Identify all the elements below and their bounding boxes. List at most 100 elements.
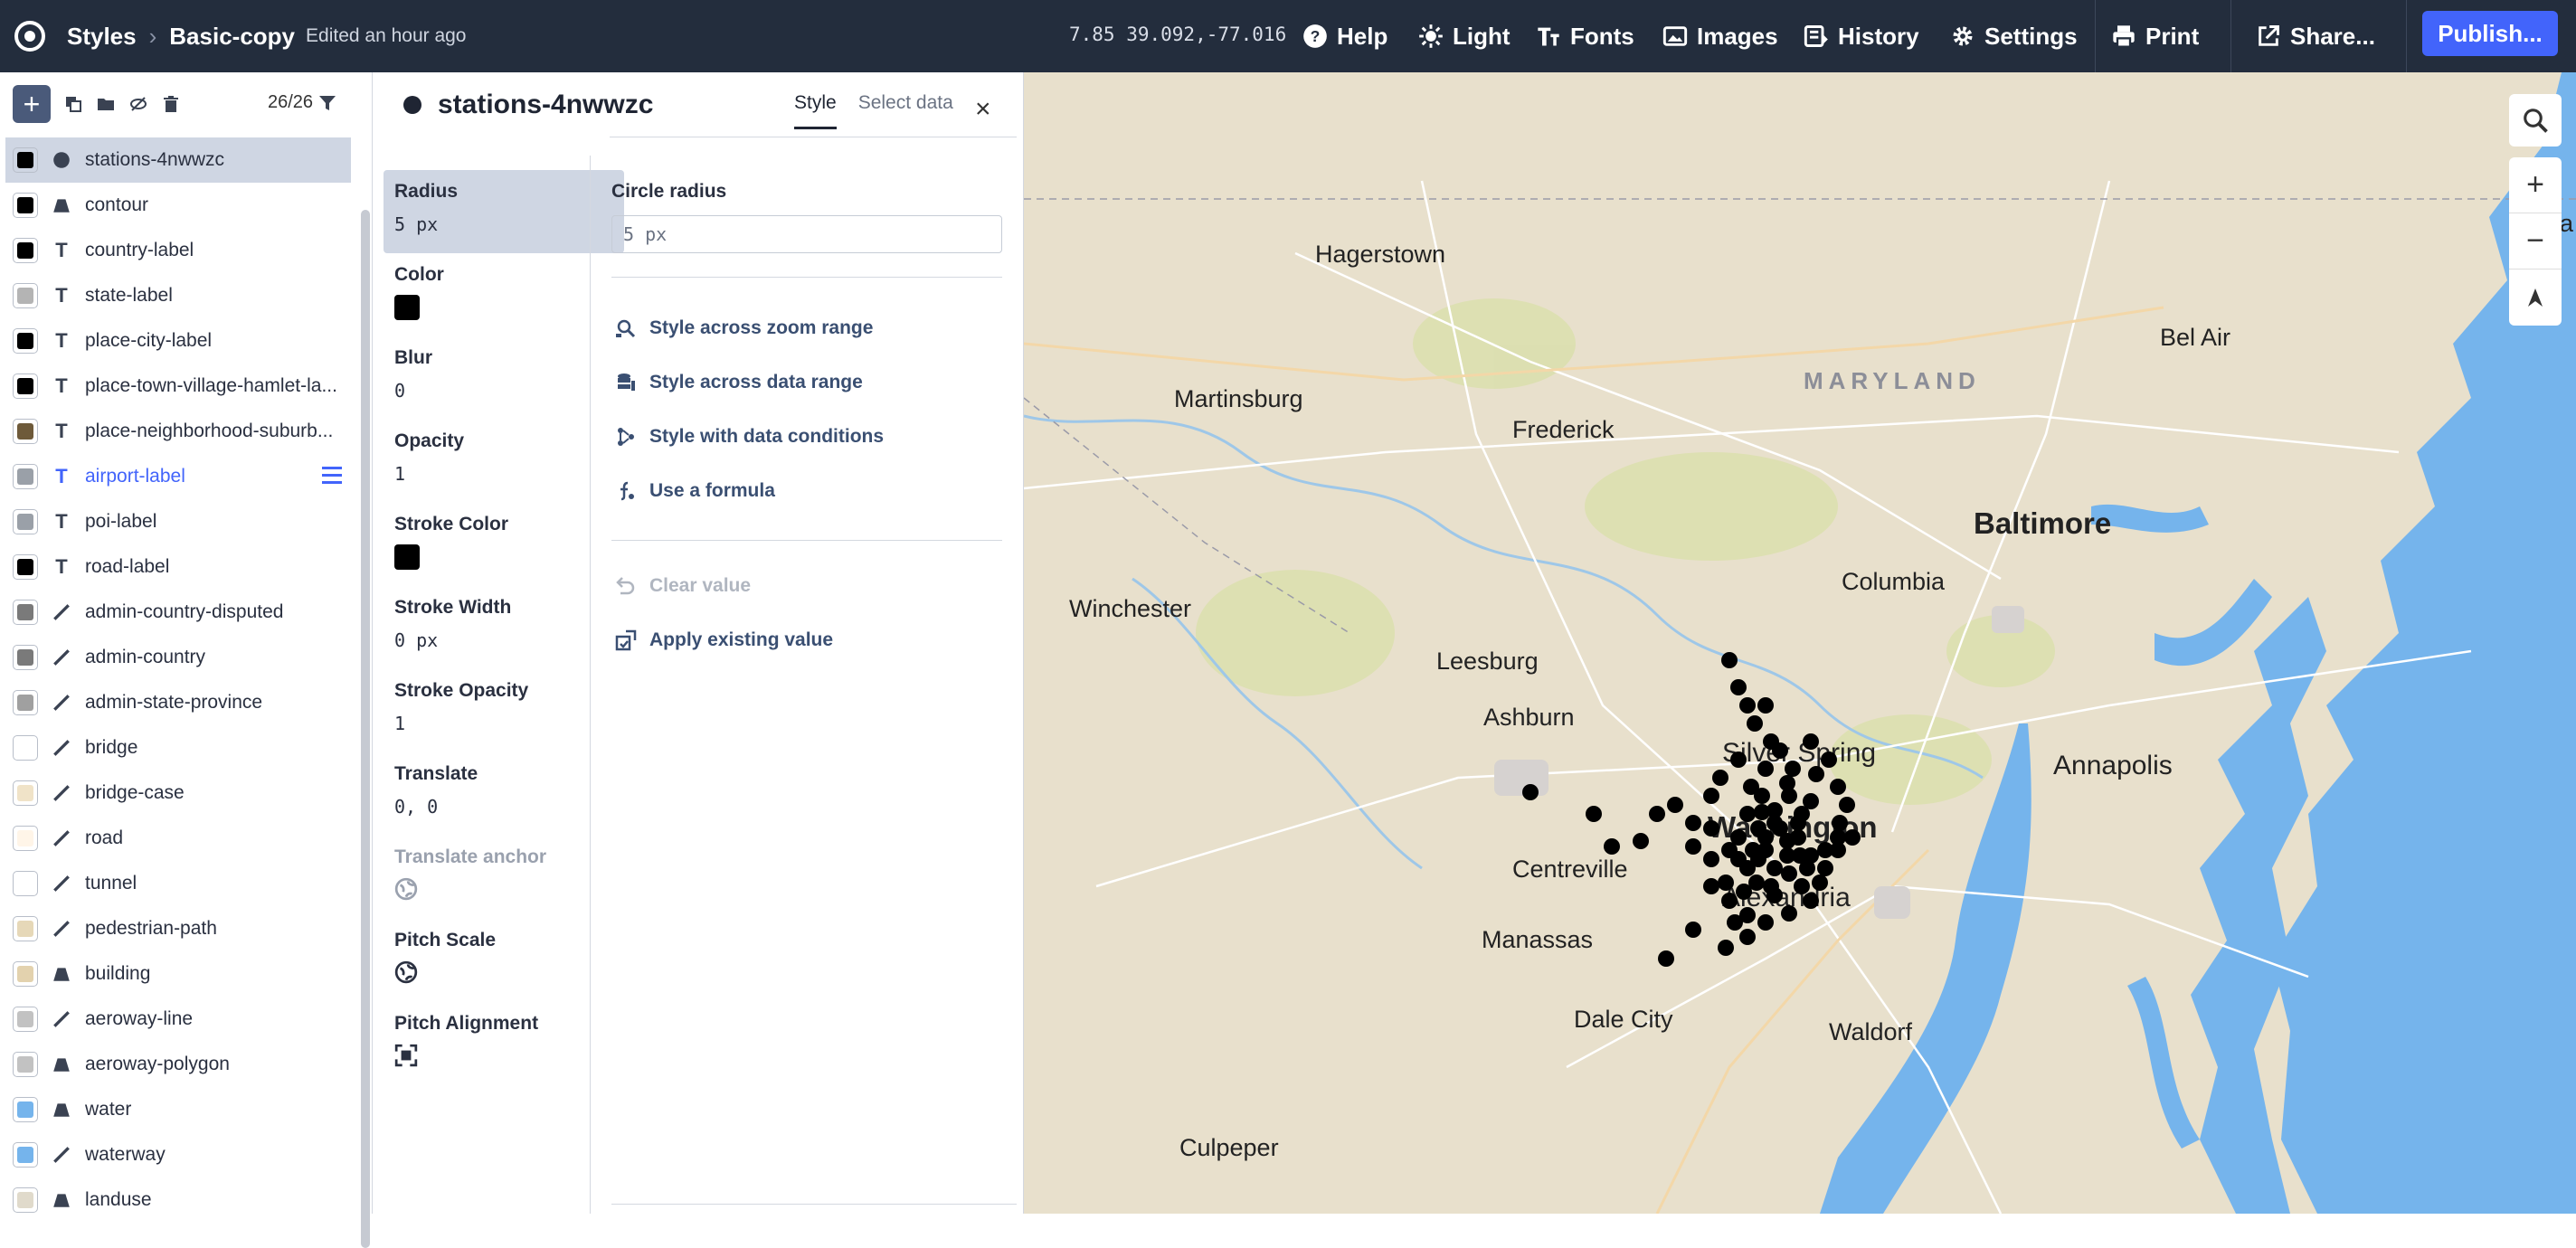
station-marker[interactable] xyxy=(1817,860,1833,876)
layer-row[interactable]: Tplace-neighborhood-suburb... xyxy=(0,409,358,454)
share-button[interactable]: Share... xyxy=(2256,18,2375,54)
layer-row[interactable]: landuse xyxy=(0,1177,358,1223)
station-marker[interactable] xyxy=(1658,950,1674,967)
station-marker[interactable] xyxy=(1739,929,1756,945)
publish-button[interactable]: Publish... xyxy=(2422,11,2558,56)
layer-row[interactable]: water xyxy=(0,1087,358,1132)
property-pitch-alignment[interactable]: Pitch Alignment xyxy=(384,1002,624,1085)
help-button[interactable]: ? Help xyxy=(1302,18,1387,54)
station-marker[interactable] xyxy=(1750,851,1766,867)
station-marker[interactable] xyxy=(1830,829,1846,846)
drag-handle-icon[interactable] xyxy=(322,467,342,485)
station-marker[interactable] xyxy=(1779,833,1795,849)
images-button[interactable]: Images xyxy=(1662,18,1778,54)
station-marker[interactable] xyxy=(1839,797,1855,813)
station-marker[interactable] xyxy=(1747,715,1763,732)
layer-row[interactable]: aeroway-line xyxy=(0,997,358,1042)
station-marker[interactable] xyxy=(1812,875,1828,891)
style-across-data-button[interactable]: Style across data range xyxy=(611,355,1017,410)
property-stroke-width[interactable]: Stroke Width 0 px xyxy=(384,586,624,669)
station-marker[interactable] xyxy=(1803,793,1819,809)
property-radius[interactable]: Radius 5 px xyxy=(384,170,624,253)
map-canvas[interactable]: Hagerstown Bel Air MARYLAND Martinsburg … xyxy=(1024,72,2576,1214)
layer-row[interactable]: bridge-case xyxy=(0,771,358,816)
station-marker[interactable] xyxy=(1739,806,1756,822)
add-layer-button[interactable]: + xyxy=(13,85,51,123)
layer-row[interactable]: Tpoi-label xyxy=(0,499,358,544)
style-with-conditions-button[interactable]: Style with data conditions xyxy=(611,410,1017,464)
layer-row[interactable]: Tplace-town-village-hamlet-la... xyxy=(0,364,358,409)
station-marker[interactable] xyxy=(1721,652,1738,668)
layer-row[interactable]: building xyxy=(0,951,358,997)
layer-row[interactable]: pedestrian-path xyxy=(0,906,358,951)
station-marker[interactable] xyxy=(1649,806,1665,822)
zoom-out-button[interactable]: − xyxy=(2509,213,2562,269)
property-stroke-opacity[interactable]: Stroke Opacity 1 xyxy=(384,669,624,752)
breadcrumb-styles[interactable]: Styles xyxy=(67,23,137,51)
hide-icon[interactable] xyxy=(128,94,148,114)
layer-row[interactable]: waterway xyxy=(0,1132,358,1177)
layer-row[interactable]: stations-4nwwzc xyxy=(5,137,351,183)
clear-value-button[interactable]: Clear value xyxy=(611,559,1017,613)
layer-row[interactable]: aeroway-polygon xyxy=(0,1042,358,1087)
station-marker[interactable] xyxy=(1685,815,1701,831)
station-marker[interactable] xyxy=(1703,878,1719,894)
property-color[interactable]: Color xyxy=(384,253,624,336)
use-formula-button[interactable]: Use a formula xyxy=(611,464,1017,518)
station-marker[interactable] xyxy=(1794,878,1810,894)
station-marker[interactable] xyxy=(1522,784,1539,800)
tab-select-data[interactable]: Select data xyxy=(858,92,953,129)
style-across-zoom-button[interactable]: Style across zoom range xyxy=(611,301,1017,355)
station-marker[interactable] xyxy=(1685,922,1701,938)
station-marker[interactable] xyxy=(1817,842,1833,858)
circle-radius-input[interactable]: 5 px xyxy=(611,215,1002,253)
close-icon[interactable]: × xyxy=(975,94,991,125)
layer-row[interactable]: contour xyxy=(0,183,358,228)
station-marker[interactable] xyxy=(1803,733,1819,750)
station-marker[interactable] xyxy=(1757,697,1774,714)
station-marker[interactable] xyxy=(1712,770,1728,786)
layer-row[interactable]: admin-country-disputed xyxy=(0,590,358,635)
station-marker[interactable] xyxy=(1830,779,1846,795)
station-marker[interactable] xyxy=(1685,838,1701,855)
station-marker[interactable] xyxy=(1703,820,1719,837)
station-marker[interactable] xyxy=(1736,884,1752,900)
layer-row[interactable]: admin-country xyxy=(0,635,358,680)
light-button[interactable]: Light xyxy=(1418,18,1511,54)
property-translate[interactable]: Translate 0, 0 xyxy=(384,752,624,836)
layer-count-filter[interactable]: 26/26 xyxy=(268,92,336,113)
style-name[interactable]: Basic-copy xyxy=(169,23,295,51)
folder-icon[interactable] xyxy=(96,94,116,114)
settings-button[interactable]: Settings xyxy=(1950,18,2078,54)
station-marker[interactable] xyxy=(1743,779,1759,795)
zoom-in-button[interactable]: + xyxy=(2509,157,2562,213)
station-marker[interactable] xyxy=(1727,914,1743,931)
station-marker[interactable] xyxy=(1766,815,1783,831)
station-marker[interactable] xyxy=(1721,893,1738,909)
trash-icon[interactable] xyxy=(161,94,181,114)
station-marker[interactable] xyxy=(1763,878,1779,894)
compass-button[interactable] xyxy=(2509,269,2562,326)
station-marker[interactable] xyxy=(1781,905,1797,922)
station-marker[interactable] xyxy=(1586,806,1602,822)
station-marker[interactable] xyxy=(1730,752,1747,768)
station-marker[interactable] xyxy=(1754,804,1770,820)
station-marker[interactable] xyxy=(1703,851,1719,867)
station-marker[interactable] xyxy=(1821,752,1837,768)
map-search-button[interactable] xyxy=(2509,94,2562,147)
station-marker[interactable] xyxy=(1757,914,1774,931)
layer-row[interactable]: tunnel xyxy=(0,861,358,906)
station-marker[interactable] xyxy=(1718,940,1734,956)
duplicate-icon[interactable] xyxy=(63,94,83,114)
layer-row[interactable]: Tplace-city-label xyxy=(0,318,358,364)
station-marker[interactable] xyxy=(1844,829,1861,846)
station-marker[interactable] xyxy=(1779,775,1795,791)
tab-style[interactable]: Style xyxy=(794,92,837,129)
layer-row[interactable]: Tstate-label xyxy=(0,273,358,318)
layer-row[interactable]: bridge xyxy=(0,725,358,771)
property-blur[interactable]: Blur 0 xyxy=(384,336,624,420)
property-translate-anchor[interactable]: Translate anchor xyxy=(384,836,624,919)
station-marker[interactable] xyxy=(1792,847,1808,864)
station-marker[interactable] xyxy=(1730,679,1747,695)
station-marker[interactable] xyxy=(1766,860,1783,876)
